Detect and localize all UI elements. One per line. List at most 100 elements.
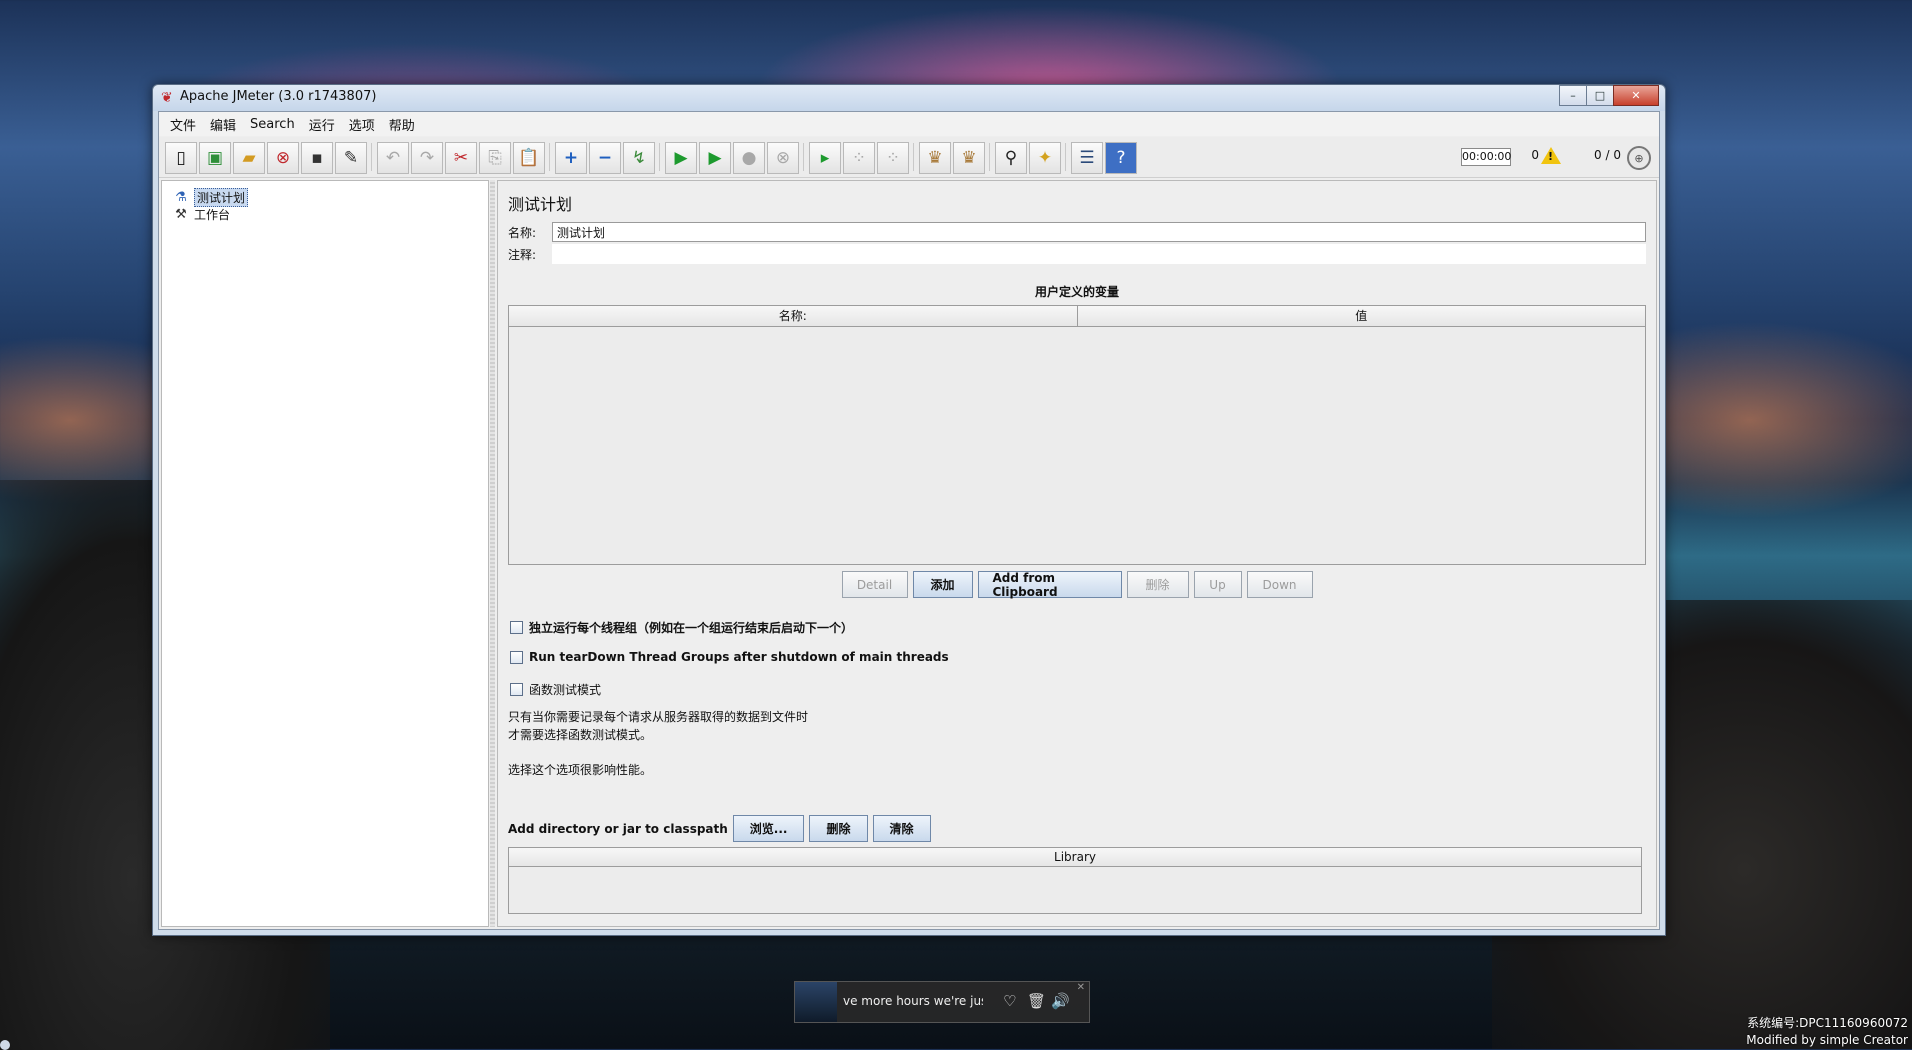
toolbar-separator xyxy=(913,143,914,171)
templates-icon[interactable]: ▣ xyxy=(199,142,231,174)
workbench-icon: ⚒ xyxy=(175,207,187,222)
warning-icon[interactable]: ! xyxy=(1541,147,1561,164)
remote-start-icon[interactable]: ▸ xyxy=(809,142,841,174)
stop-icon[interactable]: ● xyxy=(733,142,765,174)
elapsed-timer: 00:00:00 xyxy=(1461,148,1511,166)
checkbox-label: 函数测试模式 xyxy=(529,683,602,697)
comment-input[interactable] xyxy=(552,244,1646,264)
window-controls: – □ ✕ xyxy=(1559,85,1659,106)
test-tree: ⚗ 测试计划 ⚒ 工作台 xyxy=(161,180,489,927)
browse-button[interactable]: 浏览... xyxy=(732,815,805,842)
checkbox[interactable] xyxy=(510,650,523,664)
split-pane-divider[interactable] xyxy=(490,180,495,927)
collapse-all-icon[interactable]: − xyxy=(589,142,621,174)
window-client: 文件 编辑 Search 运行 选项 帮助 ▯ ▣ ▰ ⊗ ▪ ✎ ↶ ↷ ✂ … xyxy=(158,111,1660,930)
toolbar-separator xyxy=(549,143,550,171)
search-icon[interactable]: ⚲ xyxy=(995,142,1027,174)
save-icon[interactable]: ▪ xyxy=(301,142,333,174)
menu-bar: 文件 编辑 Search 运行 选项 帮助 xyxy=(159,112,1659,136)
window-title: Apache JMeter (3.0 r1743807) xyxy=(180,89,377,104)
menu-run[interactable]: 运行 xyxy=(302,115,342,134)
clear-icon[interactable]: ♛ xyxy=(919,142,951,174)
classpath-row: Add directory or jar to classpath 浏览... … xyxy=(508,815,931,842)
library-table[interactable]: Library xyxy=(508,847,1642,914)
add-button[interactable]: 添加 xyxy=(912,571,973,598)
reset-search-icon[interactable]: ✦ xyxy=(1029,142,1061,174)
close-button[interactable]: ✕ xyxy=(1613,85,1659,106)
column-header-library[interactable]: Library xyxy=(509,848,1641,867)
jmeter-window: ❦ Apache JMeter (3.0 r1743807) – □ ✕ 文件 … xyxy=(152,84,1666,936)
column-header-name[interactable]: 名称: xyxy=(509,306,1077,326)
trash-icon[interactable]: 🗑 xyxy=(1027,992,1046,1010)
variables-title: 用户定义的变量 xyxy=(1034,285,1119,299)
name-input[interactable]: 测试计划 xyxy=(552,222,1646,242)
close-icon[interactable]: ✕ xyxy=(1077,982,1085,993)
album-art[interactable] xyxy=(795,982,837,1022)
delete-button[interactable]: 删除 xyxy=(1126,571,1189,598)
classpath-clear-button[interactable]: 清除 xyxy=(872,815,931,842)
open-icon[interactable]: ▰ xyxy=(233,142,265,174)
tree-item-label: 工作台 xyxy=(194,208,231,222)
undo-icon[interactable]: ↶ xyxy=(377,142,409,174)
volume-icon[interactable]: 🔊 xyxy=(1051,992,1070,1010)
toolbar-separator xyxy=(659,143,660,171)
toolbar-separator xyxy=(803,143,804,171)
new-icon[interactable]: ▯ xyxy=(165,142,197,174)
help-icon[interactable]: ? xyxy=(1105,142,1137,174)
tree-item-test-plan[interactable]: ⚗ 测试计划 xyxy=(172,188,249,207)
up-button[interactable]: Up xyxy=(1193,571,1242,598)
toolbar: ▯ ▣ ▰ ⊗ ▪ ✎ ↶ ↷ ✂ ⎘ 📋 + − ↯ ▶ ▶ ● ⊗ ▸ ⁘ … xyxy=(159,137,1659,178)
shutdown-icon[interactable]: ⊗ xyxy=(767,142,799,174)
minimize-button[interactable]: – xyxy=(1559,85,1587,106)
menu-help[interactable]: 帮助 xyxy=(382,115,422,134)
performance-note: 选择这个选项很影响性能。 xyxy=(508,763,653,777)
maximize-button[interactable]: □ xyxy=(1586,85,1614,106)
redo-icon[interactable]: ↷ xyxy=(411,142,443,174)
checkbox-label: 独立运行每个线程组（例如在一个组运行结束后启动下一个） xyxy=(529,621,854,635)
toggle-icon[interactable]: ↯ xyxy=(623,142,655,174)
remote-stop-icon[interactable]: ⁘ xyxy=(843,142,875,174)
add-from-clipboard-button[interactable]: Add from Clipboard xyxy=(977,571,1122,599)
paste-icon[interactable]: 📋 xyxy=(513,142,545,174)
variables-table[interactable]: 名称: 值 xyxy=(508,305,1646,565)
checkbox[interactable] xyxy=(510,683,523,696)
remote-shutdown-icon[interactable]: ⁘ xyxy=(877,142,909,174)
heart-icon[interactable]: ♡ xyxy=(1003,992,1016,1010)
menu-edit[interactable]: 编辑 xyxy=(203,115,243,134)
start-icon[interactable]: ▶ xyxy=(665,142,697,174)
detail-button[interactable]: Detail xyxy=(841,571,908,598)
clear-all-icon[interactable]: ♛ xyxy=(953,142,985,174)
test-plan-panel: 测试计划 名称: 测试计划 注释: 用户定义的变量 名称: 值 Detail 添… xyxy=(497,180,1657,927)
test-plan-icon: ⚗ xyxy=(175,190,187,205)
column-header-value[interactable]: 值 xyxy=(1076,306,1646,326)
system-id: 系统编号:DPC11160960072 xyxy=(1747,1016,1908,1030)
close-file-icon[interactable]: ⊗ xyxy=(267,142,299,174)
variables-buttons: Detail 添加 Add from Clipboard 删除 Up Down xyxy=(498,571,1656,599)
creator-credit: Modified by simple Creator xyxy=(1746,1033,1908,1047)
comment-row: 注释: xyxy=(508,243,1646,265)
functional-mode-note: 才需要选择函数测试模式。 xyxy=(508,728,653,742)
functional-test-mode-row[interactable]: 函数测试模式 xyxy=(510,681,601,698)
cut-icon[interactable]: ✂ xyxy=(445,142,477,174)
remote-status-icon: ⊕ xyxy=(1627,146,1651,170)
toolbar-separator xyxy=(1065,143,1066,171)
tree-item-label: 测试计划 xyxy=(194,188,249,207)
save-as-icon[interactable]: ✎ xyxy=(335,142,367,174)
down-button[interactable]: Down xyxy=(1246,571,1313,598)
run-teardown-checkbox-row[interactable]: Run tearDown Thread Groups after shutdow… xyxy=(510,650,949,664)
menu-options[interactable]: 选项 xyxy=(342,115,382,134)
run-thread-groups-consecutively[interactable]: 独立运行每个线程组（例如在一个组运行结束后启动下一个） xyxy=(510,619,853,636)
expand-all-icon[interactable]: + xyxy=(555,142,587,174)
jmeter-feather-icon: ❦ xyxy=(161,90,173,106)
menu-file[interactable]: 文件 xyxy=(163,115,203,134)
start-no-pauses-icon[interactable]: ▶ xyxy=(699,142,731,174)
error-count: 0 xyxy=(1531,148,1539,162)
title-bar[interactable]: ❦ Apache JMeter (3.0 r1743807) – □ ✕ xyxy=(153,85,1665,111)
function-helper-icon[interactable]: ☰ xyxy=(1071,142,1103,174)
copy-icon[interactable]: ⎘ xyxy=(479,142,511,174)
classpath-delete-button[interactable]: 删除 xyxy=(809,815,868,842)
menu-search[interactable]: Search xyxy=(243,117,302,132)
classpath-label: Add directory or jar to classpath xyxy=(508,821,728,836)
tree-item-workbench[interactable]: ⚒ 工作台 xyxy=(172,206,230,223)
checkbox[interactable] xyxy=(510,621,523,634)
